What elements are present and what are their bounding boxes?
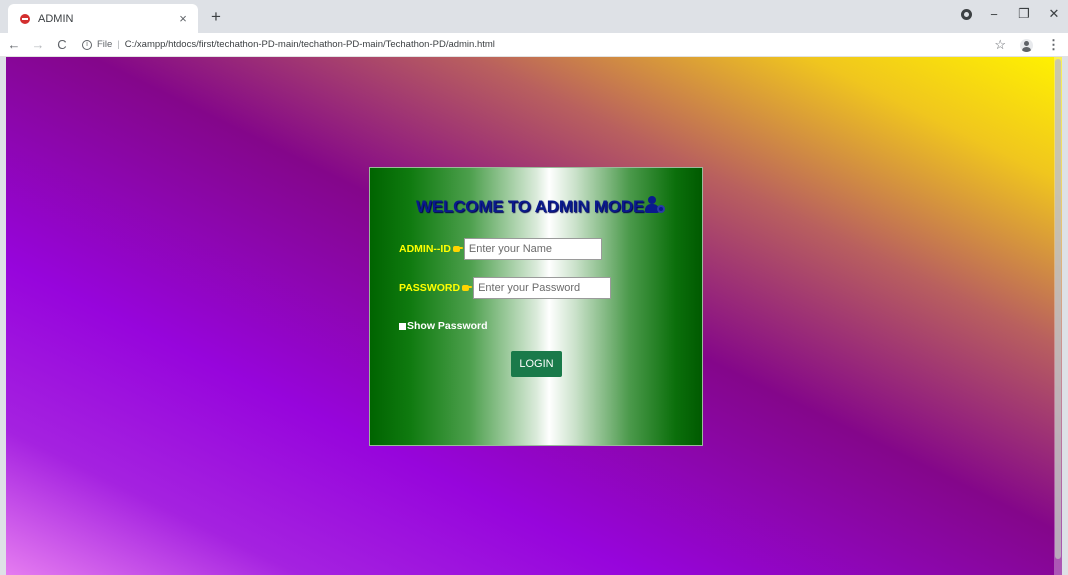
show-password-checkbox[interactable] [399, 322, 406, 330]
tab-title: ADMIN [38, 12, 74, 25]
password-input[interactable] [473, 277, 612, 299]
kebab-menu-icon[interactable]: ⋮ [1047, 37, 1060, 53]
stop-icon [20, 13, 30, 24]
admin-id-input[interactable] [463, 238, 602, 260]
url-text[interactable]: C:/xampp/htdocs/first/techathon-PD-main/… [125, 39, 495, 50]
password-label: PASSWORD [399, 282, 461, 294]
minimize-button[interactable]: − [986, 7, 1002, 22]
profile-avatar-icon[interactable] [1020, 38, 1033, 52]
info-icon[interactable]: i [82, 39, 92, 50]
password-row: PASSWORD [399, 277, 612, 299]
scrollbar-thumb[interactable] [1055, 59, 1061, 559]
address-separator: | [117, 39, 120, 50]
pointing-hand-icon [452, 245, 463, 253]
window-controls: − ❐ ✕ [961, 6, 1062, 22]
close-tab-icon[interactable]: × [176, 11, 190, 26]
admin-login-card: WELCOME TO ADMIN MODE ADMIN--ID PASSWORD… [369, 167, 703, 446]
new-tab-button[interactable]: + [206, 7, 226, 27]
page-scrollbar[interactable] [1054, 57, 1062, 575]
page-title-text: WELCOME TO ADMIN MODE [416, 197, 645, 216]
tab-strip: ADMIN × + − ❐ ✕ [0, 0, 1068, 33]
admin-id-label: ADMIN--ID [399, 243, 451, 255]
forward-button[interactable]: → [28, 37, 48, 52]
page-title: WELCOME TO ADMIN MODE [416, 196, 666, 217]
address-bar[interactable]: i File | C:/xampp/htdocs/first/techathon… [82, 35, 495, 55]
toolbar-actions: ☆ ⋮ [994, 37, 1060, 53]
back-button[interactable]: ← [4, 37, 24, 52]
maximize-button[interactable]: ❐ [1016, 6, 1032, 22]
show-password-label: Show Password [407, 320, 488, 332]
scheme-label: File [97, 39, 113, 50]
bookmark-star-icon[interactable]: ☆ [994, 37, 1006, 53]
user-gear-icon [645, 196, 666, 214]
pointing-hand-icon [462, 284, 473, 292]
reload-button[interactable]: C [52, 37, 72, 52]
page-viewport: WELCOME TO ADMIN MODE ADMIN--ID PASSWORD… [6, 57, 1062, 575]
login-button[interactable]: LOGIN [511, 351, 562, 377]
close-window-button[interactable]: ✕ [1046, 6, 1062, 22]
browser-profile-icon[interactable] [961, 8, 972, 20]
show-password-toggle[interactable]: Show Password [399, 320, 488, 332]
browser-tab[interactable]: ADMIN × [8, 4, 198, 33]
browser-toolbar: ← → C i File | C:/xampp/htdocs/first/tec… [0, 33, 1068, 57]
admin-id-row: ADMIN--ID [399, 238, 602, 260]
